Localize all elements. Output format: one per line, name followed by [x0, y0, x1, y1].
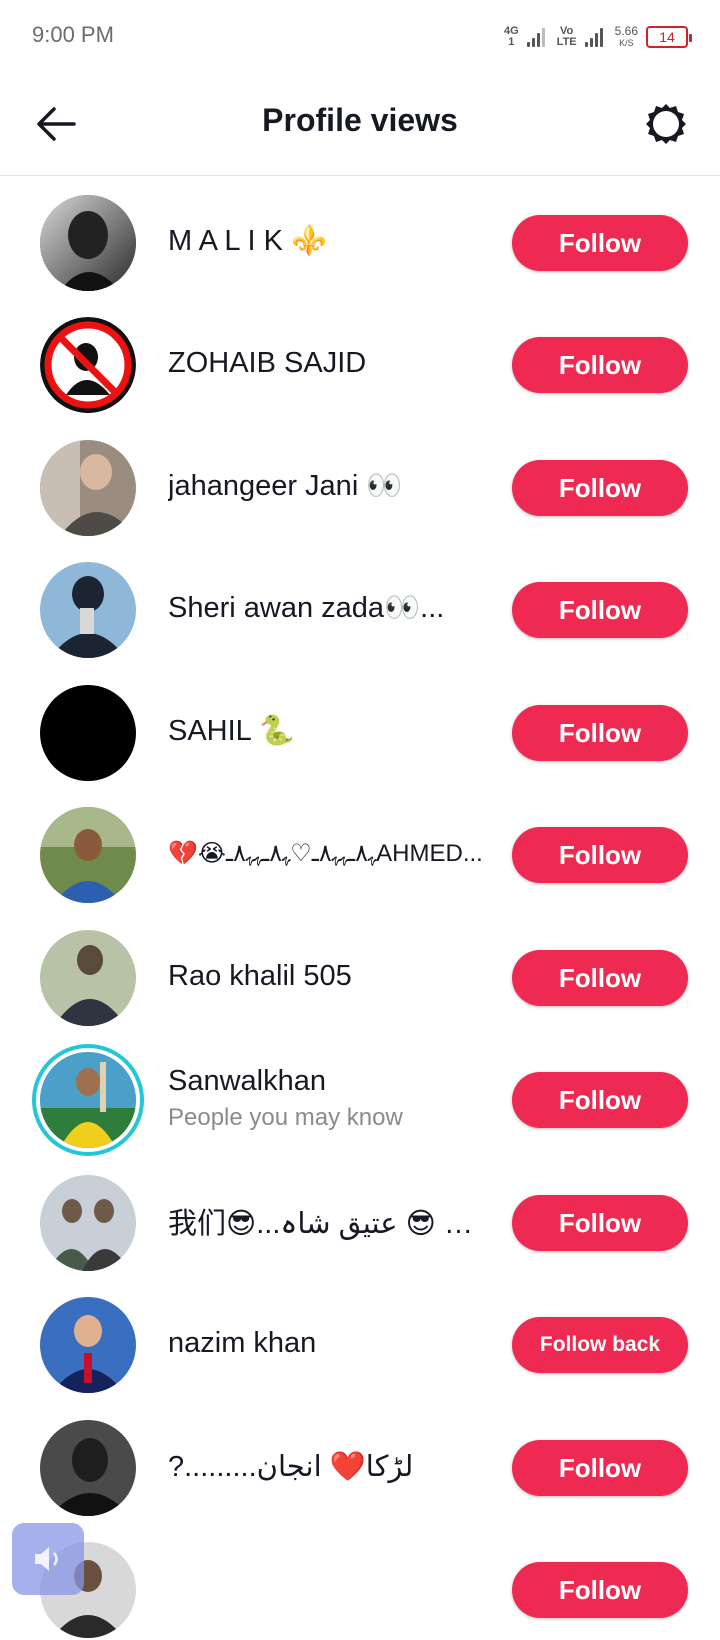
follow-button[interactable]: Follow: [512, 705, 688, 761]
avatar[interactable]: [40, 1175, 136, 1271]
signal-icon: [584, 27, 607, 47]
follow-button[interactable]: Follow: [512, 215, 688, 271]
user-name: nazim khan: [168, 1326, 317, 1359]
user-info: 我们😎...ملت 😎 عتیق شاہ: [168, 1157, 488, 1285]
user-info: M A L I K ⚜️: [168, 177, 488, 305]
network-4g-indicator: 4G 1: [503, 25, 519, 48]
list-item[interactable]: ?.........لڑکا❤️ انجان Follow: [0, 1402, 720, 1530]
speaker-icon: [35, 1547, 58, 1571]
battery-level: 14: [659, 29, 675, 45]
follow-button[interactable]: Follow: [512, 582, 688, 638]
avatar[interactable]: [40, 1297, 136, 1393]
user-name: SAHIL 🐍: [168, 715, 295, 747]
list-item[interactable]: 我们😎...ملت 😎 عتیق شاہ Follow: [0, 1157, 720, 1285]
user-info: [168, 1524, 488, 1640]
battery-icon: 14: [646, 26, 692, 48]
page-title: Profile views: [262, 102, 458, 138]
user-info: Sheri awan zada👀...: [168, 544, 488, 672]
follow-button[interactable]: Follow: [512, 1440, 688, 1496]
list-item[interactable]: nazim khan Follow back: [0, 1279, 720, 1407]
status-bar: 9:00 PM 4G 1 Vo LTE 5.66 K/S 14: [0, 0, 720, 72]
follow-button[interactable]: Follow: [512, 337, 688, 393]
network-speed: 5.66 K/S: [614, 24, 638, 48]
user-name: Rao khalil 505: [168, 959, 352, 992]
user-subtitle: People you may know: [168, 1103, 403, 1131]
user-name: M A L I K ⚜️: [168, 225, 328, 257]
user-info: nazim khan: [168, 1279, 488, 1407]
follow-button[interactable]: Follow: [512, 460, 688, 516]
user-name: 我们😎...ملت 😎 عتیق شاہ: [168, 1208, 488, 1240]
list-item[interactable]: jahangeer Jani 👀 Follow: [0, 422, 720, 550]
floating-volume-button[interactable]: [12, 1523, 84, 1595]
user-name: Sanwalkhan: [168, 1064, 326, 1097]
list-item[interactable]: M A L I K ⚜️ Follow: [0, 177, 720, 305]
user-info: 💔😭ﮩ٨ـﮩﮩ٨ـ♡ﮩ٨ـﮩﮩ٨ـAHMED...: [168, 789, 488, 917]
avatar[interactable]: [40, 807, 136, 903]
user-info: ZOHAIB SAJID: [168, 299, 488, 427]
signal-icon: [526, 27, 549, 47]
user-name: Sheri awan zada👀...: [168, 592, 445, 624]
follow-button[interactable]: Follow: [512, 827, 688, 883]
user-name: 💔😭ﮩ٨ـﮩﮩ٨ـ♡ﮩ٨ـﮩﮩ٨ـAHMED...: [168, 839, 483, 867]
list-item[interactable]: Sheri awan zada👀... Follow: [0, 544, 720, 672]
user-name: ?.........لڑکا❤️ انجان: [168, 1450, 414, 1483]
avatar[interactable]: [40, 562, 136, 658]
user-info: Sanwalkhan People you may know: [168, 1034, 488, 1162]
avatar[interactable]: [40, 1420, 136, 1516]
user-info: SAHIL 🐍: [168, 667, 488, 795]
follow-back-button[interactable]: Follow back: [512, 1317, 688, 1373]
list-item[interactable]: Rao khalil 505 Follow: [0, 912, 720, 1040]
user-name: jahangeer Jani 👀: [168, 470, 403, 502]
status-time: 9:00 PM: [32, 22, 114, 47]
avatar[interactable]: [40, 930, 136, 1026]
avatar[interactable]: [40, 685, 136, 781]
user-info: ?.........لڑکا❤️ انجان: [168, 1402, 488, 1530]
follow-button[interactable]: Follow: [512, 1195, 688, 1251]
list-item[interactable]: 💔😭ﮩ٨ـﮩﮩ٨ـ♡ﮩ٨ـﮩﮩ٨ـAHMED... Follow: [0, 789, 720, 917]
gear-icon: [646, 104, 686, 144]
list-item[interactable]: Follow: [0, 1524, 720, 1640]
network-volte-indicator: Vo LTE: [556, 25, 577, 48]
user-info: jahangeer Jani 👀: [168, 422, 488, 550]
list-item[interactable]: Sanwalkhan People you may know Follow: [0, 1034, 720, 1162]
follow-button[interactable]: Follow: [512, 1562, 688, 1618]
list-item[interactable]: ZOHAIB SAJID Follow: [0, 299, 720, 427]
avatar[interactable]: [40, 1052, 136, 1148]
header: Profile views: [0, 72, 720, 176]
avatar[interactable]: [40, 317, 136, 413]
list-item[interactable]: SAHIL 🐍 Follow: [0, 667, 720, 795]
avatar[interactable]: [40, 195, 136, 291]
settings-button[interactable]: [638, 96, 694, 152]
user-name: ZOHAIB SAJID: [168, 346, 367, 379]
avatar[interactable]: [40, 440, 136, 536]
follow-button[interactable]: Follow: [512, 950, 688, 1006]
user-info: Rao khalil 505: [168, 912, 488, 1040]
follow-button[interactable]: Follow: [512, 1072, 688, 1128]
status-indicators: 4G 1 Vo LTE 5.66 K/S 14: [503, 22, 692, 52]
